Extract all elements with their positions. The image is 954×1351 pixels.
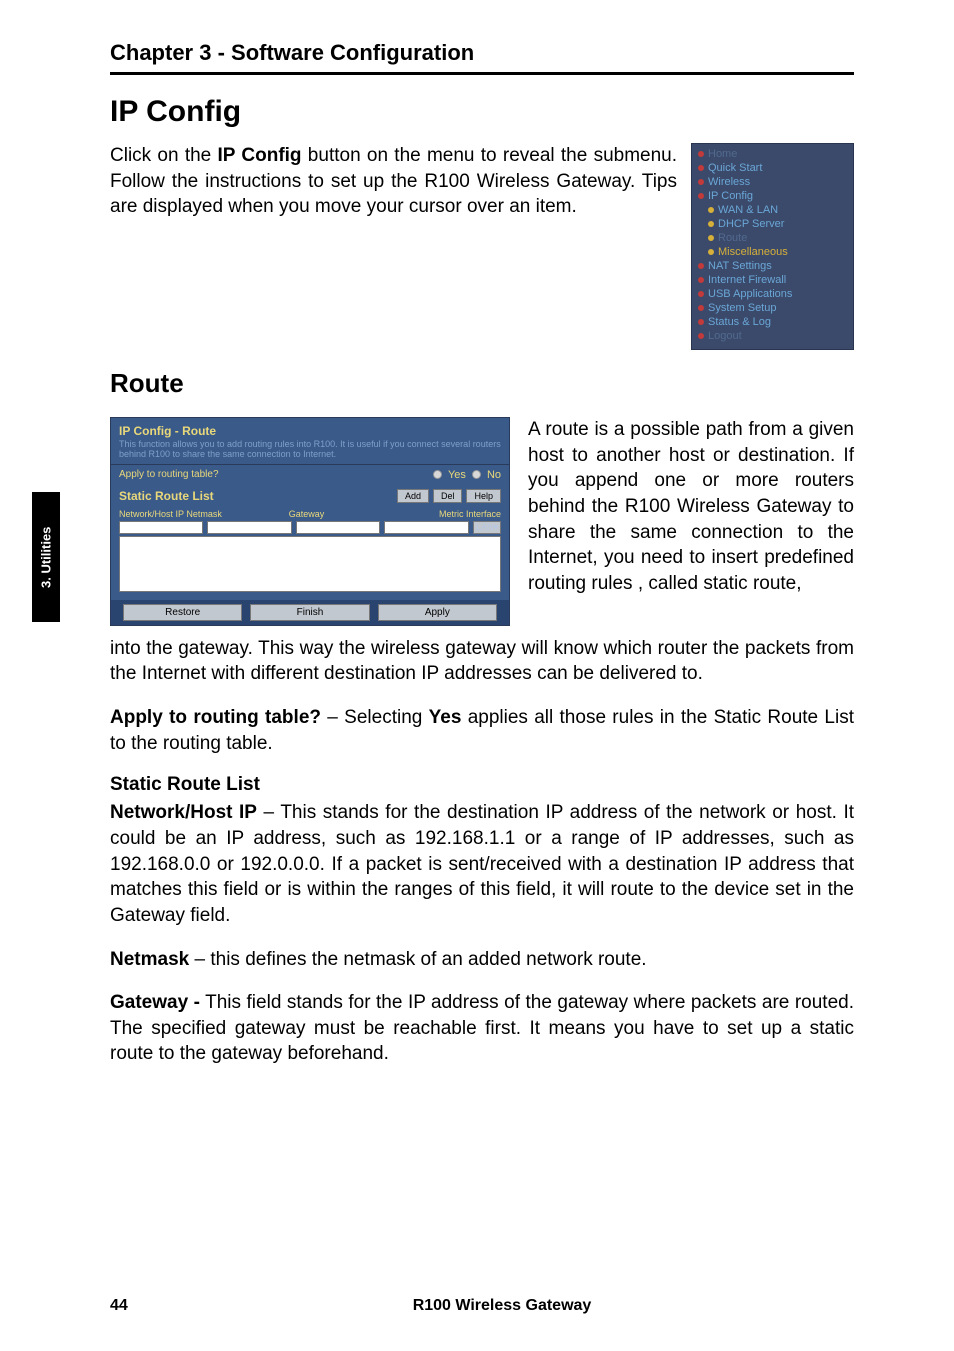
static-route-listbox[interactable]	[119, 536, 501, 592]
page-number: 44	[110, 1297, 150, 1315]
apply-b1: Apply to routing table?	[110, 707, 321, 728]
nav-firewall[interactable]: Internet Firewall	[708, 274, 786, 286]
bullet-icon	[708, 235, 714, 241]
help-button[interactable]: Help	[466, 489, 501, 503]
select-interface[interactable]: LAN ▾	[473, 521, 501, 534]
nav-misc[interactable]: Miscellaneous	[718, 246, 788, 258]
nav-system[interactable]: System Setup	[708, 302, 776, 314]
network-host-b: Network/Host IP	[110, 802, 257, 823]
bullet-icon	[698, 179, 704, 185]
finish-button[interactable]: Finish	[250, 604, 369, 621]
chapter-title: Chapter 3 - Software Configuration	[110, 40, 854, 66]
bullet-icon	[698, 193, 704, 199]
col-ip: Network/Host IP Netmask	[119, 509, 289, 519]
radio-yes[interactable]	[433, 470, 442, 479]
input-metric[interactable]	[384, 521, 468, 534]
gateway-b: Gateway -	[110, 992, 200, 1013]
divider	[110, 72, 854, 75]
nav-wanlan[interactable]: WAN & LAN	[718, 204, 778, 216]
bullet-icon	[708, 221, 714, 227]
bullet-icon	[698, 333, 704, 339]
radio-no[interactable]	[472, 470, 481, 479]
apply-mid: – Selecting	[321, 707, 429, 728]
nav-dhcp[interactable]: DHCP Server	[718, 218, 784, 230]
nav-ipconfig[interactable]: IP Config	[708, 190, 753, 202]
input-netmask[interactable]	[207, 521, 291, 534]
apply-button[interactable]: Apply	[378, 604, 497, 621]
del-button[interactable]: Del	[433, 489, 463, 503]
apply-b2: Yes	[429, 707, 462, 728]
page-footer: 44 R100 Wireless Gateway	[110, 1297, 854, 1315]
sub-title-route: Route	[110, 368, 854, 399]
footer-title: R100 Wireless Gateway	[150, 1297, 854, 1315]
bullet-icon	[698, 291, 704, 297]
nav-logout[interactable]: Logout	[708, 330, 742, 342]
bullet-icon	[698, 305, 704, 311]
side-tab-utilities: 3. Utilities	[32, 492, 60, 622]
intro-paragraph: Click on the IP Config button on the men…	[110, 143, 677, 220]
network-host-text: Network/Host IP – This stands for the de…	[110, 800, 854, 928]
intro-p1: Click on the	[110, 145, 218, 166]
nav-nat[interactable]: NAT Settings	[708, 260, 772, 272]
netmask-text: Netmask – this defines the netmask of an…	[110, 947, 854, 973]
static-route-list-title: Static Route List	[110, 774, 854, 796]
add-button[interactable]: Add	[397, 489, 429, 503]
restore-button[interactable]: Restore	[123, 604, 242, 621]
input-ip[interactable]	[119, 521, 203, 534]
bullet-icon	[698, 165, 704, 171]
nav-usb[interactable]: USB Applications	[708, 288, 792, 300]
apply-line: Apply to routing table? – Selecting Yes …	[110, 705, 854, 756]
bullet-icon	[708, 249, 714, 255]
route-side-text: A route is a possible path from a given …	[528, 417, 854, 626]
apply-label: Apply to routing table?	[119, 469, 219, 480]
netmask-rest: – this defines the netmask of an added n…	[189, 949, 646, 970]
intro-b1: IP Config	[218, 145, 302, 166]
nav-wireless[interactable]: Wireless	[708, 176, 750, 188]
nav-home[interactable]: Home	[708, 148, 737, 160]
route-cont-text: into the gateway. This way the wireless …	[110, 636, 854, 687]
select-value: LAN	[476, 522, 494, 532]
nav-status[interactable]: Status & Log	[708, 316, 771, 328]
bullet-icon	[698, 263, 704, 269]
section-title: IP Config	[110, 95, 854, 129]
bullet-icon	[698, 319, 704, 325]
route-config-panel: IP Config - Route This function allows y…	[110, 417, 510, 626]
panel-header: IP Config - Route	[111, 418, 509, 440]
bullet-icon	[698, 277, 704, 283]
radio-yes-label: Yes	[448, 469, 466, 481]
list-label: Static Route List	[119, 489, 214, 503]
panel-desc: This function allows you to add routing …	[111, 440, 509, 465]
gateway-rest: This field stands for the IP address of …	[110, 992, 854, 1064]
bullet-icon	[698, 151, 704, 157]
radio-no-label: No	[487, 469, 501, 481]
input-gateway[interactable]	[296, 521, 380, 534]
bullet-icon	[708, 207, 714, 213]
col-gw: Gateway	[289, 509, 374, 519]
nav-route[interactable]: Route	[718, 232, 747, 244]
gateway-text: Gateway - This field stands for the IP a…	[110, 990, 854, 1067]
netmask-b: Netmask	[110, 949, 189, 970]
nav-quickstart[interactable]: Quick Start	[708, 162, 762, 174]
sidenav-menu: Home Quick Start Wireless IP Config WAN …	[691, 143, 854, 350]
col-metric: Metric Interface	[374, 509, 501, 519]
